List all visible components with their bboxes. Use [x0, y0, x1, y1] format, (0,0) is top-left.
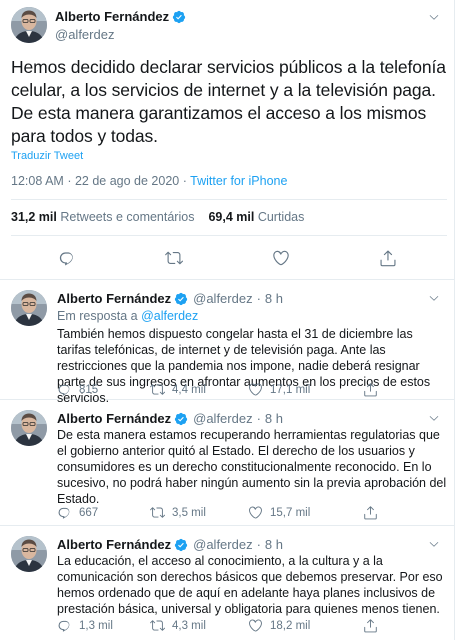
author-handle[interactable]: @alferdez	[55, 27, 114, 42]
author-row: Alberto Fernández @alferdez · 8 h	[57, 411, 283, 426]
like-icon	[248, 505, 263, 520]
meta-separator: ·	[182, 174, 187, 188]
likes-stat[interactable]: 69,4 mil Curtidas	[208, 210, 304, 224]
like-action[interactable]: 17,1 mil	[248, 382, 310, 397]
like-action[interactable]: 18,2 mil	[248, 618, 310, 633]
chevron-down-icon[interactable]	[428, 292, 440, 304]
chevron-down-icon[interactable]	[428, 538, 440, 550]
divider	[11, 235, 447, 236]
meta-separator: ·	[256, 291, 261, 306]
reply-handle-link[interactable]: @alferdez	[141, 309, 198, 323]
reply-prefix: Em resposta a	[57, 309, 138, 323]
tweet-text: La educación, el acceso al conocimiento,…	[57, 554, 443, 616]
avatar[interactable]	[11, 290, 47, 326]
tweet-actions: 815 4,4 mil 17,1 mil	[57, 382, 447, 398]
verified-icon	[172, 10, 186, 24]
reply-tweet[interactable]: Alberto Fernández @alferdez · 8 h De est…	[0, 400, 455, 526]
share-icon[interactable]	[379, 249, 397, 267]
likes-label: Curtidas	[257, 210, 305, 224]
like-count: 15,7 mil	[270, 506, 311, 519]
retweets-stat[interactable]: 31,2 mil Retweets e comentários	[11, 210, 194, 224]
like-icon[interactable]	[272, 249, 290, 267]
retweet-count: 3,5 mil	[172, 506, 206, 519]
author-row: Alberto Fernández	[55, 9, 186, 24]
retweet-action[interactable]: 3,5 mil	[150, 505, 206, 520]
tweet-age[interactable]: 8 h	[265, 411, 283, 426]
reply-action[interactable]: 667	[57, 505, 98, 520]
tweet-actions: 1,3 mil 4,3 mil 18,2 mil	[57, 618, 447, 634]
retweet-icon	[150, 505, 165, 520]
retweet-icon[interactable]	[165, 249, 183, 267]
verified-icon	[174, 538, 188, 552]
reply-icon	[57, 382, 72, 397]
tweet-text: Hemos decidido declarar servicios públic…	[11, 57, 446, 146]
reply-tweet[interactable]: Alberto Fernández @alferdez · 8 h La edu…	[0, 526, 455, 640]
tweet-age[interactable]: 8 h	[265, 537, 283, 552]
retweets-count: 31,2 mil	[11, 210, 57, 224]
reply-icon	[57, 505, 72, 520]
divider	[11, 199, 447, 200]
like-icon	[248, 618, 263, 633]
like-count: 18,2 mil	[270, 619, 311, 632]
reply-count: 667	[79, 506, 99, 519]
main-tweet: Alberto Fernández @alferdez Hemos decidi…	[0, 0, 455, 280]
meta-separator: ·	[256, 537, 261, 552]
share-icon	[363, 505, 378, 520]
author-name[interactable]: Alberto Fernández	[57, 291, 171, 306]
author-name[interactable]: Alberto Fernández	[55, 9, 169, 24]
reply-icon	[57, 618, 72, 633]
share-action[interactable]	[363, 618, 385, 633]
reply-tweet[interactable]: Alberto Fernández @alferdez · 8 h Em res…	[0, 280, 455, 405]
tweet-meta: 12:08 AM · 22 de ago de 2020 · Twitter f…	[11, 174, 287, 188]
tweet-time[interactable]: 12:08 AM	[11, 174, 64, 188]
retweet-action[interactable]: 4,3 mil	[150, 618, 206, 633]
author-handle[interactable]: @alferdez	[193, 411, 252, 426]
translate-link[interactable]: Traduzir Tweet	[11, 150, 83, 162]
tweet-date[interactable]: 22 de ago de 2020	[75, 174, 179, 188]
like-action[interactable]: 15,7 mil	[248, 505, 310, 520]
author-row: Alberto Fernández @alferdez · 8 h	[57, 291, 283, 306]
tweet-source[interactable]: Twitter for iPhone	[190, 174, 287, 188]
avatar[interactable]	[11, 410, 47, 446]
author-handle[interactable]: @alferdez	[193, 537, 252, 552]
reply-count: 1,3 mil	[79, 619, 113, 632]
reply-count: 815	[79, 383, 99, 396]
tweet-age[interactable]: 8 h	[265, 291, 283, 306]
like-icon	[248, 382, 263, 397]
retweet-count: 4,3 mil	[172, 619, 206, 632]
author-name[interactable]: Alberto Fernández	[57, 537, 171, 552]
tweet-text: De esta manera estamos recuperando herra…	[57, 428, 447, 506]
chevron-down-icon[interactable]	[428, 412, 440, 424]
retweet-count: 4,4 mil	[172, 383, 206, 396]
retweet-icon	[150, 382, 165, 397]
avatar[interactable]	[11, 7, 47, 43]
author-handle[interactable]: @alferdez	[193, 291, 252, 306]
like-count: 17,1 mil	[270, 383, 311, 396]
reply-action[interactable]: 815	[57, 382, 98, 397]
reply-action[interactable]: 1,3 mil	[57, 618, 113, 633]
reply-icon[interactable]	[58, 249, 76, 267]
avatar[interactable]	[11, 536, 47, 572]
meta-separator: ·	[67, 174, 72, 188]
retweet-icon	[150, 618, 165, 633]
tweet-thread: Alberto Fernández @alferdez Hemos decidi…	[0, 0, 455, 640]
meta-separator: ·	[256, 411, 261, 426]
tweet-stats: 31,2 mil Retweets e comentários 69,4 mil …	[11, 210, 304, 224]
share-icon	[363, 382, 378, 397]
chevron-down-icon[interactable]	[428, 11, 440, 23]
share-action[interactable]	[363, 505, 385, 520]
share-action[interactable]	[363, 382, 385, 397]
reply-context: Em resposta a @alferdez	[57, 309, 198, 323]
author-name[interactable]: Alberto Fernández	[57, 411, 171, 426]
share-icon	[363, 618, 378, 633]
author-row: Alberto Fernández @alferdez · 8 h	[57, 537, 283, 552]
retweets-label: Retweets e comentários	[60, 210, 195, 224]
retweet-action[interactable]: 4,4 mil	[150, 382, 206, 397]
likes-count: 69,4 mil	[208, 210, 255, 224]
verified-icon	[174, 412, 188, 426]
tweet-actions: 667 3,5 mil 15,7 mil	[57, 505, 447, 521]
verified-icon	[174, 292, 188, 306]
